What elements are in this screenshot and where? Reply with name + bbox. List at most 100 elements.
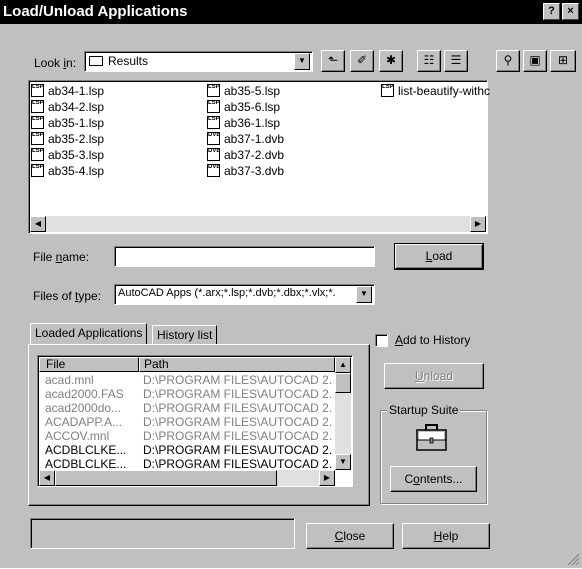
file-name: ab35-2.lsp [48,132,105,146]
row-file: ACADAPP.A... [45,415,123,429]
file-list-item[interactable]: DVB ab37-1.dvb [207,131,284,147]
dvb-file-icon: DVB [207,164,220,177]
file-list-item[interactable]: DVB ab37-3.dvb [207,163,284,179]
table-row[interactable]: acad.mnl D:\PROGRAM FILES\AUTOCAD 2. [39,373,335,387]
file-list-hscrollbar[interactable]: ◀ ▶ [30,216,486,232]
file-list-item[interactable]: LSP ab36-1.lsp [207,115,280,131]
file-list-item[interactable]: LSP ab35-4.lsp [31,163,104,179]
row-path: D:\PROGRAM FILES\AUTOCAD 2. [143,443,333,457]
filename-input[interactable] [114,246,375,267]
startup-suite-title: Startup Suite [387,403,461,417]
tab-panel: File Path acad.mnl D:\PROGRAM FILES\AUTOC… [28,344,370,506]
close-title-button[interactable]: × [562,3,579,20]
dvb-file-icon: DVB [207,148,220,161]
table-row[interactable]: ACADAPP.A... D:\PROGRAM FILES\AUTOCAD 2. [39,415,335,429]
search-tool-button[interactable]: ⚲ [496,50,520,72]
file-list-item[interactable]: LSP list-beautify-withc [381,83,490,99]
close-button[interactable]: Close [306,523,394,549]
file-name: ab35-5.lsp [224,84,281,98]
file-name: ab35-4.lsp [48,164,105,178]
tab-history-list[interactable]: History list [152,325,218,344]
scroll-right-icon[interactable]: ▶ [470,216,486,232]
loaded-apps-hscrollbar[interactable]: ◀ ▶ [39,470,335,486]
file-name: ab35-1.lsp [48,116,105,130]
lookin-value: Results [108,54,149,68]
help-button[interactable]: Help [402,523,490,549]
table-row[interactable]: ACCOV.mnl D:\PROGRAM FILES\AUTOCAD 2. [39,429,335,443]
unload-button[interactable]: Unload [384,363,484,389]
search-icon: ⚲ [503,53,513,67]
chevron-down-icon[interactable]: ▼ [356,286,372,303]
new-folder-icon: ✱ [385,53,397,67]
table-row[interactable]: ACDBLCLKE... D:\PROGRAM FILES\AUTOCAD 2. [39,457,335,470]
file-name: ab37-3.dvb [224,164,285,178]
add-history-label: Add to History [395,333,471,347]
file-list[interactable]: LSP ab34-1.lsp LSP ab34-2.lsp LSP ab35-1.lsp L… [28,80,490,234]
contents-button[interactable]: Contents... [390,466,477,492]
new-folder-button[interactable]: ✱ [379,50,403,72]
table-row[interactable]: ACDBLCLKE... D:\PROGRAM FILES\AUTOCAD 2. [39,443,335,457]
filetype-select[interactable]: AutoCAD Apps (*.arx;*.lsp;*.dvb;*.dbx;*.… [114,284,375,305]
lsp-file-icon: LSP [31,164,44,177]
file-list-item[interactable]: LSP ab35-5.lsp [207,83,280,99]
resize-grip[interactable] [566,552,580,566]
lsp-file-icon: LSP [31,116,44,129]
row-file: acad.mnl [45,373,94,387]
details-view-button[interactable]: ☰ [444,50,468,72]
briefcase-icon[interactable] [415,424,448,452]
add-history-checkbox[interactable] [375,334,388,347]
favorites-tool-button[interactable]: ⊞ [550,50,576,72]
row-path: D:\PROGRAM FILES\AUTOCAD 2. [143,387,333,401]
desktop-tool-button[interactable]: ▣ [523,50,547,72]
row-file: acad2000.FAS [45,387,124,401]
loaded-apps-list[interactable]: File Path acad.mnl D:\PROGRAM FILES\AUTOC… [37,355,353,487]
scroll-down-icon[interactable]: ▼ [335,454,351,470]
lsp-file-icon: LSP [31,100,44,113]
file-list-item[interactable]: LSP ab34-2.lsp [31,99,104,115]
row-file: acad2000do... [45,401,122,415]
list-view-button[interactable]: ☷ [417,50,441,72]
hscroll-thumb[interactable] [55,470,277,486]
chevron-down-icon[interactable]: ▼ [294,53,310,70]
help-title-button[interactable]: ? [543,3,560,20]
filetype-label: Files of type: [33,289,102,303]
lsp-file-icon: LSP [207,84,220,97]
find-icon: ✐ [356,53,368,67]
loaded-apps-vscrollbar[interactable]: ▲ ▼ [335,357,351,470]
vscroll-thumb[interactable] [335,373,351,393]
scroll-up-icon[interactable]: ▲ [335,357,351,373]
table-row[interactable]: acad2000do... D:\PROGRAM FILES\AUTOCAD 2. [39,401,335,415]
up-folder-button[interactable]: ⬑ [321,50,345,72]
column-header-path[interactable]: Path [139,357,335,372]
table-row[interactable]: acad2000.FAS D:\PROGRAM FILES\AUTOCAD 2. [39,387,335,401]
load-button[interactable]: Load [394,243,484,270]
title-bar[interactable]: Load/Unload Applications ? × [0,0,582,24]
scroll-left-icon[interactable]: ◀ [30,216,46,232]
scroll-left-icon[interactable]: ◀ [39,470,55,486]
file-list-item[interactable]: LSP ab35-6.lsp [207,99,280,115]
tab-loaded-applications[interactable]: Loaded Applications [30,323,148,344]
file-list-item[interactable]: DVB ab37-2.dvb [207,147,284,163]
column-header-file[interactable]: File [39,357,139,372]
scroll-right-icon[interactable]: ▶ [319,470,335,486]
filetype-value: AutoCAD Apps (*.arx;*.lsp;*.dvb;*.dbx;*.… [118,287,336,299]
row-file: ACDBLCLKE... [45,443,127,457]
file-list-item[interactable]: LSP ab35-2.lsp [31,131,104,147]
find-file-button[interactable]: ✐ [350,50,374,72]
lsp-file-icon: LSP [31,148,44,161]
file-list-item[interactable]: LSP ab35-3.lsp [31,147,104,163]
status-box [30,518,295,549]
load-unload-dialog: Load/Unload Applications ? × Look in: Re… [0,0,582,568]
list-view-icon: ☷ [423,53,435,67]
file-list-item[interactable]: LSP ab35-1.lsp [31,115,104,131]
lookin-combo[interactable]: Results ▼ [84,51,313,72]
row-path: D:\PROGRAM FILES\AUTOCAD 2. [143,415,333,429]
lsp-file-icon: LSP [381,84,394,97]
row-path: D:\PROGRAM FILES\AUTOCAD 2. [143,401,333,415]
filename-label: File name: [33,250,90,264]
details-view-icon: ☰ [450,53,462,67]
file-list-item[interactable]: LSP ab34-1.lsp [31,83,104,99]
up-folder-icon: ⬑ [327,53,339,67]
lsp-file-icon: LSP [207,116,220,129]
list-header: File Path [39,357,335,372]
